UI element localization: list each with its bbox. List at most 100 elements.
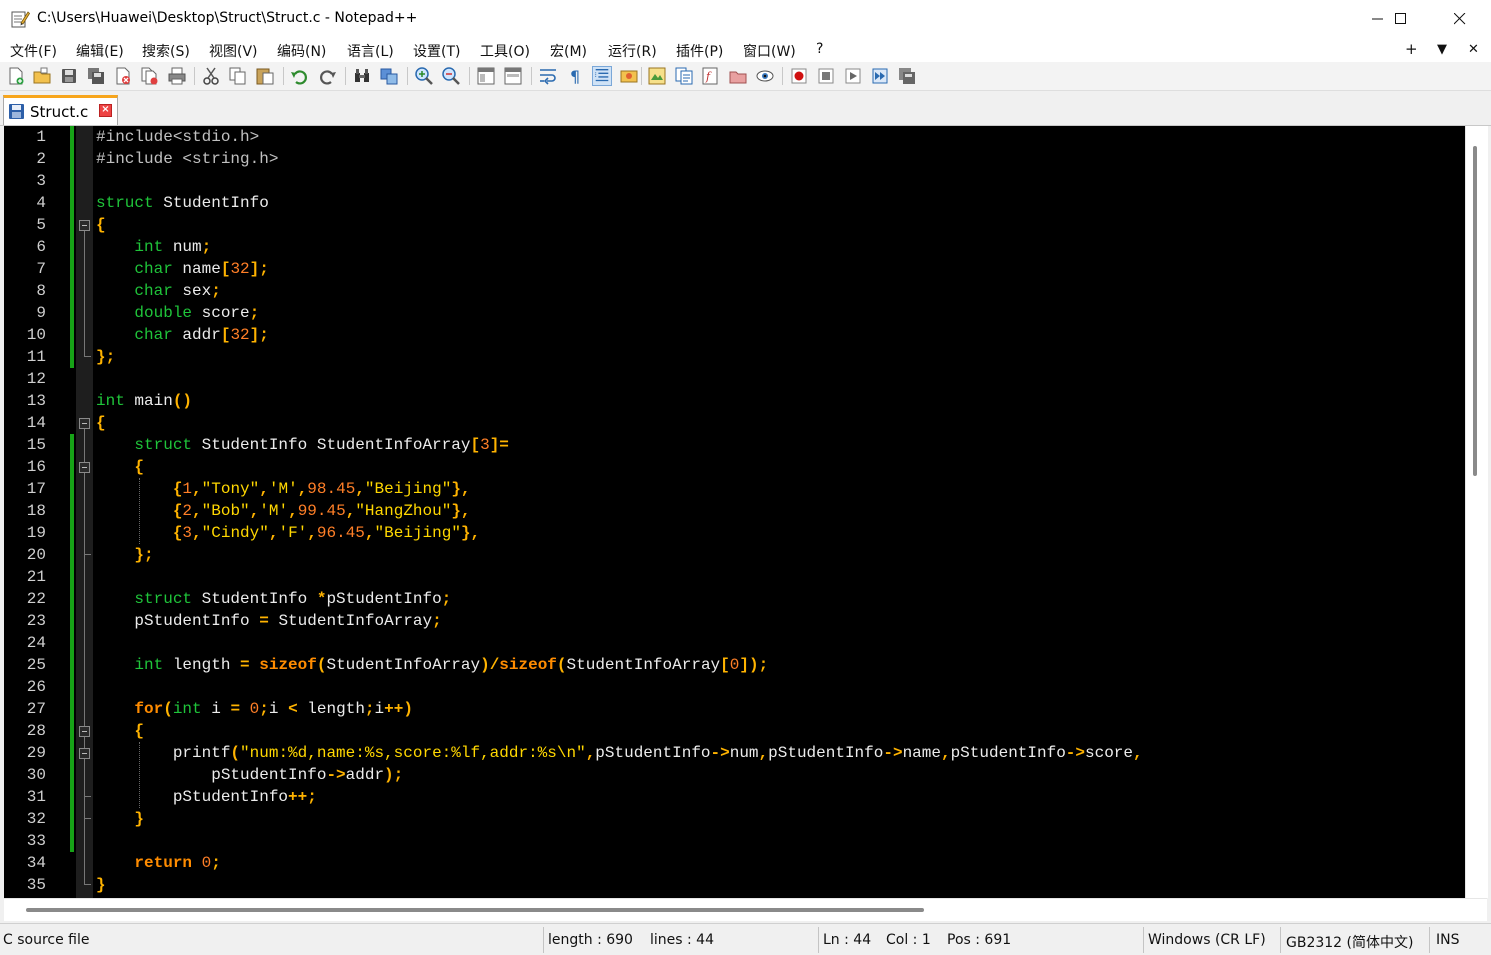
show-all-chars-icon[interactable]: ¶	[565, 66, 585, 86]
menu-settings[interactable]: 设置(T)	[413, 41, 460, 61]
code-line[interactable]	[96, 676, 1143, 698]
user-defined-language-icon[interactable]	[619, 66, 639, 86]
play-macro-icon[interactable]	[843, 66, 863, 86]
redo-icon[interactable]	[317, 66, 337, 86]
close-document-button[interactable]: ✕	[1468, 42, 1479, 57]
paste-icon[interactable]	[255, 66, 275, 86]
menu-window[interactable]: 窗口(W)	[743, 41, 796, 61]
menu-help[interactable]: ?	[816, 41, 823, 57]
indent-guide-icon[interactable]	[592, 66, 612, 86]
save-icon[interactable]	[59, 66, 79, 86]
record-macro-icon[interactable]	[789, 66, 809, 86]
replace-icon[interactable]	[379, 66, 399, 86]
menu-view[interactable]: 视图(V)	[209, 41, 258, 61]
code-line[interactable]	[96, 170, 1143, 192]
fold-toggle[interactable]	[79, 726, 90, 737]
code-line[interactable]: printf("num:%d,name:%s,score:%lf,addr:%s…	[96, 742, 1143, 764]
new-file-icon[interactable]	[6, 66, 26, 86]
sync-horizontal-icon[interactable]	[503, 66, 523, 86]
code-line[interactable]: }	[96, 874, 1143, 896]
menu-encoding[interactable]: 编码(N)	[277, 41, 326, 61]
status-insert-mode[interactable]: INS	[1436, 932, 1460, 948]
code-line[interactable]: {3,"Cindy",'F',96.45,"Beijing"},	[96, 522, 1143, 544]
code-line[interactable]: char sex;	[96, 280, 1143, 302]
close-file-icon[interactable]	[113, 66, 133, 86]
code-line[interactable]: int length = sizeof(StudentInfoArray)/si…	[96, 654, 1143, 676]
horizontal-scrollbar[interactable]	[4, 898, 1487, 921]
tab-list-button[interactable]: ▼	[1437, 42, 1447, 57]
status-encoding[interactable]: GB2312 (简体中文)	[1286, 932, 1413, 952]
maximize-button[interactable]	[1378, 0, 1424, 38]
fold-toggle[interactable]	[79, 220, 90, 231]
code-line[interactable]: int main()	[96, 390, 1143, 412]
code-line[interactable]: struct StudentInfo	[96, 192, 1143, 214]
function-list-icon[interactable]: f	[701, 66, 721, 86]
code-line[interactable]: };	[96, 346, 1143, 368]
code-line[interactable]: for(int i = 0;i < length;i++)	[96, 698, 1143, 720]
menu-macro[interactable]: 宏(M)	[550, 41, 587, 61]
zoom-in-icon[interactable]	[414, 66, 434, 86]
vertical-scrollbar[interactable]	[1465, 126, 1488, 898]
code-line[interactable]: char name[32];	[96, 258, 1143, 280]
save-all-icon[interactable]	[86, 66, 106, 86]
code-line[interactable]	[96, 368, 1143, 390]
sync-vertical-icon[interactable]	[476, 66, 496, 86]
status-eol[interactable]: Windows (CR LF)	[1148, 932, 1266, 948]
code-line[interactable]: {	[96, 720, 1143, 742]
menu-edit[interactable]: 编辑(E)	[76, 41, 124, 61]
document-map-icon[interactable]	[647, 66, 667, 86]
save-macro-icon[interactable]	[897, 66, 917, 86]
code-line[interactable]: #include<stdio.h>	[96, 126, 1143, 148]
stop-recording-icon[interactable]	[816, 66, 836, 86]
code-line[interactable]: {	[96, 214, 1143, 236]
fold-toggle[interactable]	[79, 748, 90, 759]
code-line[interactable]: #include <string.h>	[96, 148, 1143, 170]
code-line[interactable]: {2,"Bob",'M',99.45,"HangZhou"},	[96, 500, 1143, 522]
code-line[interactable]: double score;	[96, 302, 1143, 324]
new-tab-button[interactable]: +	[1405, 40, 1418, 58]
zoom-out-icon[interactable]	[441, 66, 461, 86]
fold-toggle[interactable]	[79, 462, 90, 473]
code-line[interactable]	[96, 632, 1143, 654]
close-all-icon[interactable]	[140, 66, 160, 86]
code-line[interactable]: int num;	[96, 236, 1143, 258]
fold-toggle[interactable]	[79, 418, 90, 429]
document-list-icon[interactable]	[674, 66, 694, 86]
menu-tools[interactable]: 工具(O)	[480, 41, 530, 61]
code-editor[interactable]: 1 2 3 4 5 6 7 8 9 10 11 12 13 14 15 16 17 18 19 20 21 22 23 24 2…	[4, 126, 1465, 898]
find-icon[interactable]	[352, 66, 372, 86]
code-text[interactable]: #include<stdio.h> #include <string.h> str…	[96, 126, 1143, 896]
code-line[interactable]: pStudentInfo++;	[96, 786, 1143, 808]
word-wrap-icon[interactable]	[538, 66, 558, 86]
code-line[interactable]	[96, 566, 1143, 588]
code-line[interactable]: pStudentInfo->addr);	[96, 764, 1143, 786]
run-macro-multiple-icon[interactable]	[870, 66, 890, 86]
vertical-scroll-thumb[interactable]	[1473, 146, 1477, 476]
menu-language[interactable]: 语言(L)	[347, 41, 394, 61]
cut-icon[interactable]	[201, 66, 221, 86]
copy-icon[interactable]	[228, 66, 248, 86]
tab-struct-c[interactable]: Struct.c ×	[3, 95, 118, 125]
code-line[interactable]: }	[96, 808, 1143, 830]
undo-icon[interactable]	[290, 66, 310, 86]
code-line[interactable]: {	[96, 456, 1143, 478]
tab-close-icon[interactable]: ×	[99, 104, 112, 117]
code-line[interactable]: char addr[32];	[96, 324, 1143, 346]
code-line[interactable]: };	[96, 544, 1143, 566]
menu-file[interactable]: 文件(F)	[10, 41, 57, 61]
code-line[interactable]: return 0;	[96, 852, 1143, 874]
code-line[interactable]: {1,"Tony",'M',98.45,"Beijing"},	[96, 478, 1143, 500]
menu-search[interactable]: 搜索(S)	[142, 41, 190, 61]
code-line[interactable]	[96, 830, 1143, 852]
code-line[interactable]: struct StudentInfo StudentInfoArray[3]=	[96, 434, 1143, 456]
menu-run[interactable]: 运行(R)	[608, 41, 657, 61]
code-line[interactable]: struct StudentInfo *pStudentInfo;	[96, 588, 1143, 610]
menu-plugins[interactable]: 插件(P)	[676, 41, 723, 61]
code-line[interactable]: pStudentInfo = StudentInfoArray;	[96, 610, 1143, 632]
close-window-button[interactable]	[1437, 0, 1483, 38]
horizontal-scroll-thumb[interactable]	[26, 908, 924, 912]
monitoring-icon[interactable]	[755, 66, 775, 86]
code-line[interactable]: {	[96, 412, 1143, 434]
folder-as-workspace-icon[interactable]	[728, 66, 748, 86]
open-file-icon[interactable]	[32, 66, 52, 86]
